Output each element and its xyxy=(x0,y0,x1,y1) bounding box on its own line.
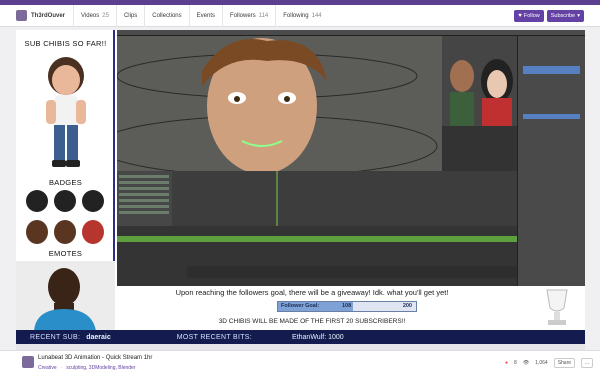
subscribe-button-label: Subscribe xyxy=(550,12,576,19)
views-count: 1,064 xyxy=(535,360,548,366)
tab-collections[interactable]: Collections xyxy=(144,4,188,27)
meta-separator: · xyxy=(60,365,63,371)
tab-videos-label: Videos xyxy=(81,12,100,19)
tab-following-count: 144 xyxy=(311,12,322,19)
video-player[interactable]: SUB CHIBIS SO FAR!! BADGES EMOTES Upon r… xyxy=(16,30,585,344)
channel-header: Th3rdOuver Videos 25 Clips Collections Ev… xyxy=(0,4,600,27)
recent-bits-label: MOST RECENT BITS: xyxy=(176,333,253,341)
emote-1 xyxy=(26,220,48,244)
sub-chibis-title: SUB CHIBIS SO FAR!! xyxy=(24,39,107,48)
more-options-button[interactable]: ... xyxy=(581,358,594,368)
recent-sub-value: daeraic xyxy=(86,333,111,341)
giveaway-text: Upon reaching the followers goal, there … xyxy=(175,288,449,297)
blender-render-preview[interactable] xyxy=(442,36,517,126)
tab-videos[interactable]: Videos 25 xyxy=(73,4,116,27)
tab-following-label: Following xyxy=(283,12,309,19)
stream-info-bar: Lunabeat 3D Animation - Quick Stream 1hr… xyxy=(0,350,600,378)
properties-slider[interactable] xyxy=(523,114,580,119)
blender-window[interactable] xyxy=(117,30,585,286)
emotes-label: EMOTES xyxy=(48,249,83,258)
viewer-icon: ● xyxy=(505,360,509,366)
blender-camera-view[interactable] xyxy=(442,126,517,176)
tab-followers[interactable]: Followers 114 xyxy=(222,4,275,27)
blender-dopesheet[interactable] xyxy=(117,171,517,226)
dopesheet-tracks xyxy=(117,171,517,226)
tab-clips-label: Clips xyxy=(123,12,138,19)
tab-videos-count: 25 xyxy=(102,12,109,19)
webcam-feed xyxy=(16,261,115,331)
tab-events-label: Events xyxy=(196,12,215,19)
views-icon: 👁 xyxy=(522,360,530,366)
recent-bits-value: EthanWulf: 1000 xyxy=(292,333,344,341)
emote-3 xyxy=(82,220,104,244)
render-preview-image xyxy=(442,36,517,126)
giveaway-banner: Upon reaching the followers goal, there … xyxy=(117,286,585,330)
viewer-count: 8 xyxy=(514,360,517,366)
tab-clips[interactable]: Clips xyxy=(115,4,144,27)
recent-activity-bar: RECENT SUB: daeraic MOST RECENT BITS: Et… xyxy=(16,330,585,344)
follower-goal-target: 200 xyxy=(402,303,412,309)
badge-1 xyxy=(26,190,48,212)
tab-collections-label: Collections xyxy=(152,12,182,19)
properties-active-field[interactable] xyxy=(523,66,580,74)
blender-timeline[interactable] xyxy=(117,226,517,286)
channel-avatar[interactable] xyxy=(16,10,27,21)
stream-meta: Creative · sculpting, 3DModeling, Blende… xyxy=(38,365,136,371)
tags-link[interactable]: sculpting, 3DModeling, Blender xyxy=(66,365,135,371)
stream-title: Lunabeat 3D Animation - Quick Stream 1hr xyxy=(38,355,153,361)
badge-2 xyxy=(54,190,76,212)
chibi-figure xyxy=(46,57,86,167)
streamer-avatar[interactable] xyxy=(22,356,34,368)
model-render xyxy=(117,36,442,171)
tab-events[interactable]: Events xyxy=(188,4,222,27)
webcam-person xyxy=(16,261,115,331)
follow-button[interactable]: Follow xyxy=(514,9,544,22)
category-link[interactable]: Creative xyxy=(38,365,57,371)
subscribe-button[interactable]: Subscribe xyxy=(546,9,584,22)
follow-button-label: Follow xyxy=(523,12,540,19)
share-button[interactable]: Share xyxy=(553,358,576,368)
tab-following[interactable]: Following 144 xyxy=(275,4,328,27)
blender-properties-panel[interactable] xyxy=(517,36,585,286)
follower-goal-current: 108 xyxy=(342,303,352,309)
timeline-tracks xyxy=(117,226,517,286)
channel-name[interactable]: Th3rdOuver xyxy=(31,13,65,19)
emote-2 xyxy=(54,220,76,244)
recent-sub-label: RECENT SUB: xyxy=(30,333,81,341)
tab-followers-count: 114 xyxy=(258,12,269,19)
blender-3d-viewport[interactable] xyxy=(117,36,442,171)
badge-3 xyxy=(82,190,104,212)
follower-goal-label: Follower Goal: xyxy=(281,303,320,309)
badges-label: BADGES xyxy=(48,178,83,187)
trophy-icon xyxy=(546,289,568,325)
follower-goal-bar: Follower Goal: 108 200 xyxy=(277,301,417,312)
sub-chibis-panel: SUB CHIBIS SO FAR!! BADGES EMOTES xyxy=(16,30,115,331)
stream-stats: ● 8 👁 1,064 Share ... xyxy=(505,358,594,368)
chibis-announcement: 3D CHIBIS WILL BE MADE OF THE FIRST 20 S… xyxy=(218,318,406,325)
tab-followers-label: Followers xyxy=(230,12,256,19)
